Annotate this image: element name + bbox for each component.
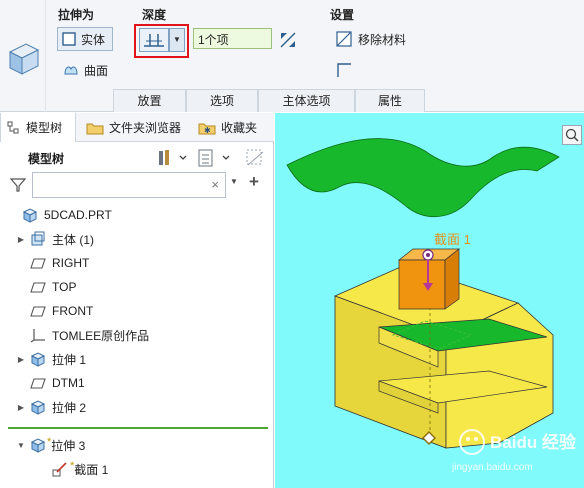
- tree-item-section-1[interactable]: * 截面 1: [0, 458, 274, 480]
- filter-icon[interactable]: [9, 177, 27, 193]
- tab-options[interactable]: 选项: [186, 89, 258, 112]
- magnifier-icon: [565, 128, 579, 142]
- watermark-url: jingyan.baidu.com: [452, 462, 533, 473]
- tree-item-label: 拉伸 3: [51, 438, 86, 453]
- graphics-viewport[interactable]: 截面 1 Baidu 经验 jingyan.baidu.com: [275, 113, 584, 488]
- extrude-icon: [30, 438, 46, 453]
- tree-settings-button[interactable]: [156, 148, 190, 168]
- tree-item-front[interactable]: FRONT: [0, 300, 274, 322]
- extrude-icon: [30, 352, 46, 367]
- chevron-down-icon: ▼: [173, 35, 181, 44]
- tree-item-body[interactable]: ▶ 主体 (1): [0, 228, 274, 250]
- svg-text:✱: ✱: [204, 126, 211, 135]
- tree-item-label: TOMLEE原创作品: [52, 328, 150, 343]
- filter-dropdown-icon[interactable]: ▼: [230, 177, 238, 186]
- tree-item-label: 截面 1: [74, 462, 109, 477]
- section-label: 截面 1: [434, 232, 471, 247]
- body-icon: [31, 231, 45, 246]
- remove-material-icon: [336, 31, 352, 47]
- flip-direction-button[interactable]: [278, 30, 298, 50]
- surface-icon: [64, 66, 78, 75]
- solid-icon: [62, 32, 76, 46]
- settings-title: 设置: [330, 8, 355, 22]
- tree-item-label: 主体 (1): [52, 232, 95, 247]
- depth-title: 深度: [142, 8, 167, 22]
- tab-properties[interactable]: 属性: [355, 89, 425, 112]
- tab-body-options[interactable]: 主体选项: [258, 89, 355, 112]
- folder-icon: [86, 123, 104, 134]
- show-options-button[interactable]: [197, 148, 235, 168]
- expand-arrow-icon[interactable]: ▶: [16, 403, 26, 412]
- tree-item-label: 5DCAD.PRT: [44, 208, 112, 222]
- tab-placement[interactable]: 放置: [113, 89, 186, 112]
- solid-label: 实体: [81, 32, 106, 47]
- sketch-icon: [52, 462, 67, 477]
- remove-material-button[interactable]: 移除材料: [330, 27, 411, 51]
- section-block-side: [444, 248, 460, 310]
- model-tree-panel: 模型树 文件夹浏览器 ✱ 收藏夹 模型树 × ▼ + 5DCAD.PRT ▶ 主…: [0, 113, 274, 488]
- datum-plane-icon: [30, 258, 46, 269]
- tree-item-label: DTM1: [52, 376, 85, 390]
- zoom-button[interactable]: [562, 125, 582, 145]
- extrude-icon: [30, 400, 46, 415]
- surface-button[interactable]: 曲面: [58, 58, 113, 82]
- expand-arrow-icon[interactable]: ▶: [16, 355, 26, 364]
- tab-favorites-label: 收藏夹: [221, 121, 258, 135]
- watermark: Baidu 经验 jingyan.baidu.com: [450, 418, 580, 478]
- tools-icon: [159, 150, 187, 165]
- suppress-display-button[interactable]: [244, 148, 266, 168]
- tab-favorites[interactable]: ✱ 收藏夹: [192, 113, 263, 142]
- tree-item-label: FRONT: [52, 304, 94, 318]
- extruded-surface: [286, 138, 560, 218]
- solid-button[interactable]: 实体: [57, 27, 113, 51]
- thicken-sketch-button[interactable]: [330, 58, 358, 82]
- tab-model-tree[interactable]: 模型树: [0, 113, 76, 142]
- tree-item-extrude-1[interactable]: ▶ 拉伸 1: [0, 348, 274, 370]
- ribbon: 拉伸为 实体 曲面 深度 ▼ 1个项 设置 移除材料 放置 选项 主体选项 属性: [0, 0, 584, 112]
- part-icon: [22, 208, 38, 223]
- extrude-as-title: 拉伸为: [58, 8, 95, 22]
- flip-direction-icon: [280, 32, 296, 48]
- csys-icon: [30, 329, 45, 343]
- extrude-feature-icon: [0, 0, 46, 112]
- tree-item-csys[interactable]: TOMLEE原创作品: [0, 324, 274, 346]
- expand-arrow-icon[interactable]: ▶: [16, 235, 26, 244]
- tree-item-extrude-2[interactable]: ▶ 拉伸 2: [0, 396, 274, 418]
- tree-item-extrude-3[interactable]: ▼ * 拉伸 3: [0, 434, 274, 456]
- depth-option-button[interactable]: [139, 28, 169, 52]
- datum-plane-icon: [30, 282, 46, 293]
- panel-tab-strip: 模型树 文件夹浏览器 ✱ 收藏夹: [0, 113, 274, 142]
- tree-item-top[interactable]: TOP: [0, 276, 274, 298]
- model-tree-title: 模型树: [28, 152, 65, 166]
- tree-icon: [7, 121, 19, 133]
- remove-material-label: 移除材料: [358, 32, 407, 47]
- tree-item-right[interactable]: RIGHT: [0, 252, 274, 274]
- surface-label: 曲面: [84, 63, 109, 78]
- depth-dropdown-button[interactable]: ▼: [169, 28, 185, 52]
- clear-icon[interactable]: ×: [211, 177, 219, 192]
- list-icon: [198, 149, 230, 167]
- tree-item-label: RIGHT: [52, 256, 90, 270]
- favorites-folder-icon: ✱: [198, 123, 216, 135]
- tree-item-label: TOP: [52, 280, 77, 294]
- tree-filter-input[interactable]: ×: [32, 172, 226, 198]
- tree-item-label: 拉伸 2: [52, 400, 87, 415]
- datum-plane-icon: [30, 378, 46, 389]
- dotted-grid-icon: [246, 149, 264, 166]
- tree-item-label: 拉伸 1: [52, 352, 87, 367]
- datum-plane-icon: [30, 306, 46, 317]
- watermark-text: Baidu 经验: [490, 433, 576, 452]
- tree-item-dtm1[interactable]: DTM1: [0, 372, 274, 394]
- add-filter-icon[interactable]: +: [249, 172, 259, 192]
- tab-model-tree-label: 模型树: [26, 121, 63, 135]
- tab-folder-browser-label: 文件夹浏览器: [109, 121, 182, 135]
- collapse-arrow-icon[interactable]: ▼: [16, 441, 26, 450]
- blind-depth-icon: [144, 34, 164, 47]
- depth-value-field[interactable]: 1个项: [193, 28, 272, 49]
- section-block-front: [398, 259, 446, 310]
- tree-item-part[interactable]: 5DCAD.PRT: [0, 204, 274, 226]
- insert-indicator-line: [8, 427, 268, 429]
- thicken-sketch-icon: [337, 63, 351, 77]
- tab-folder-browser[interactable]: 文件夹浏览器: [80, 113, 187, 142]
